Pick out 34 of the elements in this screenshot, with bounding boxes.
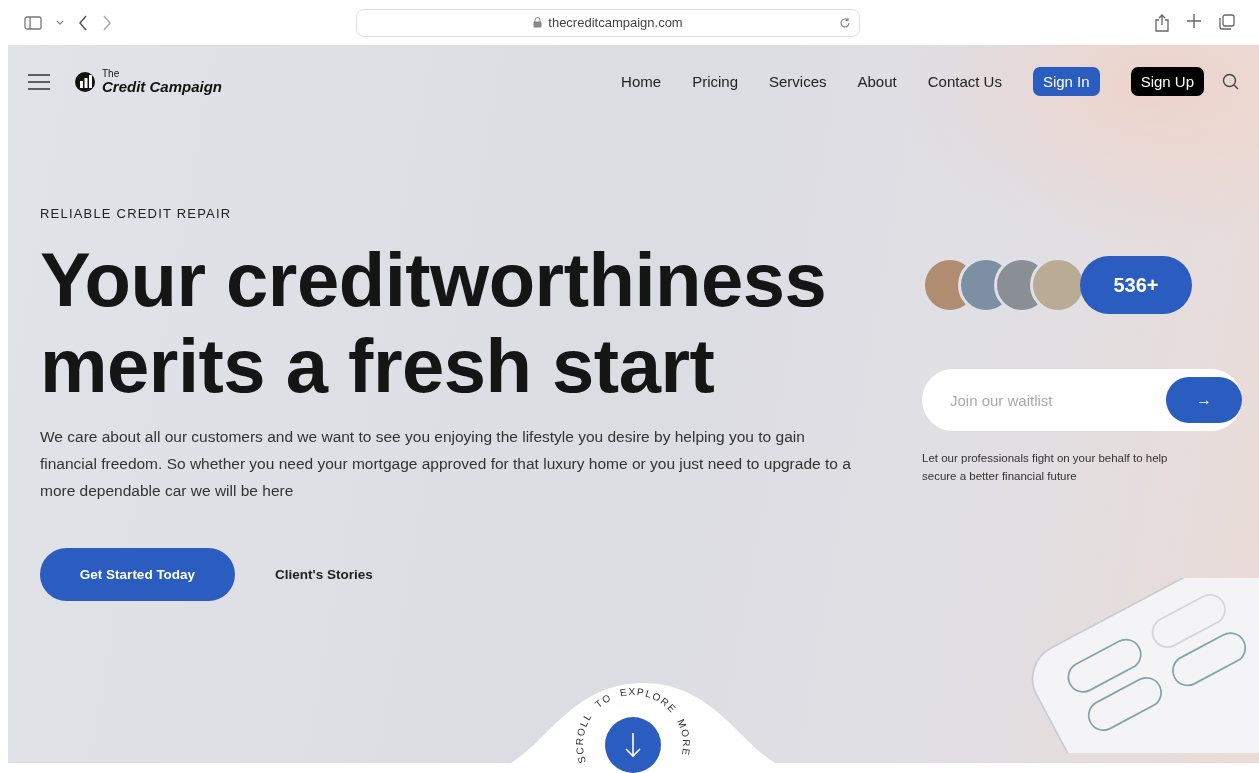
waitlist-note: Let our professionals fight on your behalf to help secure a better financial future — [922, 451, 1169, 484]
nav-link[interactable]: Services — [769, 73, 827, 90]
search-icon[interactable] — [1222, 73, 1239, 90]
sign-up-button[interactable]: Sign Up — [1130, 67, 1204, 96]
waitlist-field[interactable]: Join our waitlist → — [922, 369, 1242, 431]
get-started-button[interactable]: Get Started Today — [40, 548, 235, 601]
arrow-down-icon — [625, 732, 641, 758]
hero-description: We care about all our customers and we want to see you enjoying the lifestyle you desire by helping you to gain financial freedom. So whether you need your mortgage approved for that luxury home or you just need to upgrade to a more dependable car we will be here — [40, 427, 852, 501]
sidebar-icon[interactable] — [24, 15, 42, 30]
nav-link[interactable]: Contact Us — [927, 73, 1002, 90]
stories-link[interactable]: Client's Stories — [275, 567, 373, 582]
menu-icon[interactable] — [28, 73, 50, 90]
scroll-label: TO — [592, 691, 614, 711]
headline: Your creditworthiness merits a fresh start — [40, 237, 828, 409]
plus-icon[interactable] — [1187, 13, 1201, 28]
chevron-down-icon[interactable] — [56, 19, 64, 26]
nav-link[interactable]: Home — [621, 73, 662, 90]
url-text: thecreditcampaign.com — [548, 15, 683, 30]
nav-link[interactable]: Pricing — [692, 73, 738, 90]
back-icon[interactable] — [78, 14, 88, 31]
reload-icon[interactable] — [839, 16, 851, 29]
lock-icon — [533, 17, 543, 28]
tabs-icon[interactable] — [1219, 13, 1235, 30]
member-count: 536+ — [1080, 256, 1192, 314]
logo-icon — [74, 70, 98, 93]
nav-link[interactable]: About — [857, 73, 897, 90]
eyebrow-text: RELIABLE CREDIT REPAIR — [40, 206, 233, 221]
forward-icon[interactable] — [102, 14, 112, 31]
logo-text: Credit Campaign — [102, 79, 222, 94]
address-bar[interactable]: thecreditcampaign.com — [356, 8, 860, 37]
share-icon[interactable] — [1155, 13, 1169, 32]
sign-in-button[interactable]: Sign In — [1032, 67, 1100, 96]
logo-small-text: The — [102, 69, 121, 79]
submit-button[interactable]: → — [1166, 377, 1242, 423]
